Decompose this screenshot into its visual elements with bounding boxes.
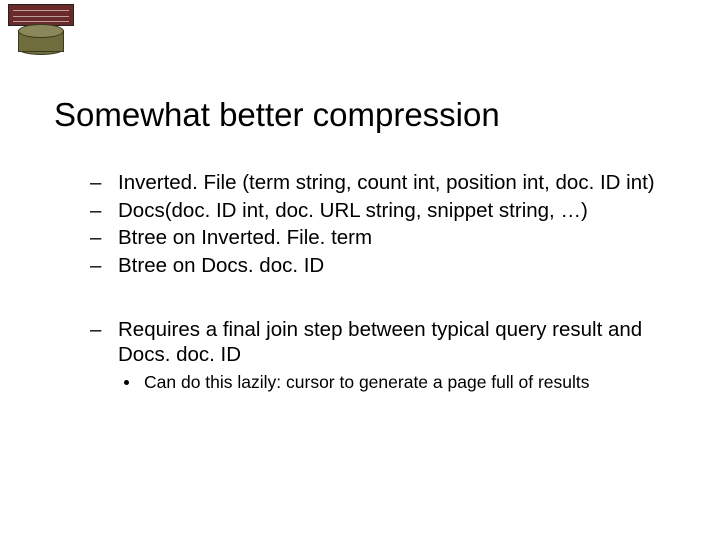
sub-bullet-item: Can do this lazily: cursor to generate a…	[90, 372, 680, 394]
bullet-item: Btree on Inverted. File. term	[90, 225, 680, 251]
slide-title: Somewhat better compression	[54, 96, 500, 134]
bullet-item: Docs(doc. ID int, doc. URL string, snipp…	[90, 198, 680, 224]
bullet-item: Inverted. File (term string, count int, …	[90, 170, 680, 196]
sub-bullet-text: Can do this lazily: cursor to generate a…	[144, 372, 590, 392]
logo-top-block	[8, 4, 74, 26]
slide: Somewhat better compression Inverted. Fi…	[0, 0, 720, 540]
bullet-item: Requires a final join step between typic…	[90, 317, 680, 368]
cylinder-icon	[18, 24, 64, 54]
bullet-item: Btree on Docs. doc. ID	[90, 253, 680, 279]
slide-logo	[8, 4, 74, 56]
bullet-dot-icon	[124, 380, 129, 385]
slide-body: Inverted. File (term string, count int, …	[90, 170, 680, 394]
bullet-group-2: Requires a final join step between typic…	[90, 317, 680, 394]
